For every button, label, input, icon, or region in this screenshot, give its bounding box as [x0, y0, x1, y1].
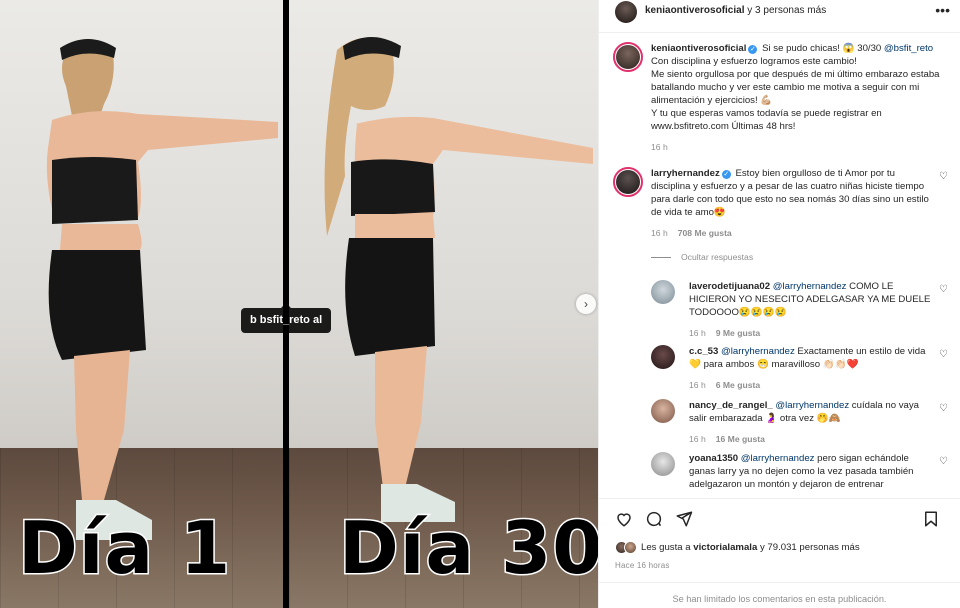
- post-authors[interactable]: keniaontiverosoficial y 3 personas más: [645, 5, 826, 16]
- post-media[interactable]: Día 1 Día 30 b bsfit_reto al ›: [0, 0, 598, 608]
- comment-item: larryhernandez ✓ Estoy bien orgulloso de …: [613, 167, 948, 240]
- heart-icon[interactable]: ♡: [939, 284, 948, 295]
- comments-list[interactable]: keniaontiverosoficial ✓ Si se pudo chicas…: [599, 33, 960, 498]
- comment-likes[interactable]: 708 Me gusta: [678, 228, 732, 238]
- heart-icon[interactable]: ♡: [939, 456, 948, 467]
- next-media-button[interactable]: ›: [576, 294, 596, 314]
- comments-panel: keniaontiverosoficial y 3 personas más •…: [598, 0, 960, 608]
- heart-icon[interactable]: ♡: [939, 349, 948, 360]
- caption-mention[interactable]: @bsfit_reto: [884, 43, 933, 54]
- reply-item: yoana1350 @larryhernandez pero sigan ech…: [651, 452, 948, 491]
- share-icon[interactable]: [673, 508, 695, 530]
- reply-avatar[interactable]: [651, 280, 675, 304]
- comment-meta: 16 h 708 Me gusta: [651, 228, 732, 238]
- day-30-label: Día 30: [337, 505, 598, 592]
- heart-icon[interactable]: ♡: [939, 403, 948, 414]
- liker-avatar: [624, 540, 637, 554]
- post-caption: keniaontiverosoficial ✓ Si se pudo chicas…: [613, 42, 948, 154]
- caption-meta: 16 h: [651, 142, 668, 152]
- reply-item: nancy_de_rangel_ @larryhernandez cuídala…: [651, 399, 948, 446]
- comments-limited-notice: Se han limitado los comentarios en esta …: [599, 582, 960, 604]
- reply-avatar[interactable]: [651, 452, 675, 476]
- post-header: keniaontiverosoficial y 3 personas más •…: [599, 0, 960, 23]
- photo-tag[interactable]: b bsfit_reto al: [241, 303, 332, 333]
- verified-badge-icon: ✓: [721, 170, 731, 179]
- verified-badge-icon: ✓: [748, 45, 758, 54]
- reply-item: laverodetijuana02 @larryhernandez COMO L…: [651, 280, 948, 340]
- bookmark-icon[interactable]: [920, 508, 942, 530]
- reply-avatar[interactable]: [651, 345, 675, 369]
- owner-avatar[interactable]: [615, 0, 637, 23]
- caption-username[interactable]: keniaontiverosoficial: [651, 43, 746, 54]
- caption-avatar[interactable]: [613, 42, 643, 72]
- liked-by[interactable]: Les gusta a victorialamala y 79.031 pers…: [599, 539, 960, 555]
- day-1-label: Día 1: [16, 505, 232, 592]
- comment-icon[interactable]: [643, 508, 665, 530]
- chevron-right-icon: ›: [584, 297, 588, 311]
- reply-item: c.c_53 @larryhernandez Exactamente un es…: [651, 345, 948, 392]
- hide-replies-button[interactable]: Ocultar respuestas: [651, 252, 753, 262]
- heart-icon[interactable]: [613, 508, 635, 530]
- before-photo: Día 1: [0, 0, 283, 608]
- after-photo: Día 30: [289, 0, 598, 608]
- commenter-avatar[interactable]: [613, 167, 643, 197]
- comment-username[interactable]: larryhernandez: [651, 168, 720, 179]
- post-actions: Les gusta a victorialamala y 79.031 pers…: [599, 498, 960, 570]
- reply-avatar[interactable]: [651, 399, 675, 423]
- post-timestamp: Hace 16 horas: [615, 561, 670, 570]
- heart-icon[interactable]: ♡: [939, 171, 948, 182]
- more-horizontal-icon[interactable]: •••: [935, 2, 950, 18]
